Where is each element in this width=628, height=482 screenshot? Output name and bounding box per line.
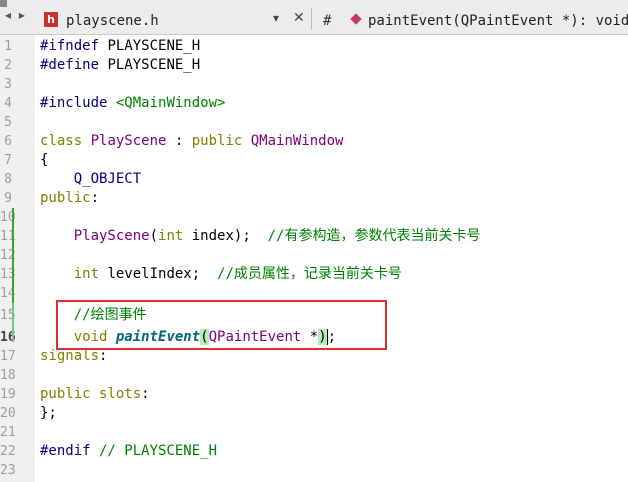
line-number: 17 [0,349,16,364]
editor-toolbar: ◂ ▸ h playscene.h ▾ ✕ # paintEvent(QPain… [0,0,628,35]
line-number: 5 [4,115,12,130]
line-number: 10 [0,210,16,225]
line-number: 1 [4,39,12,54]
code-line-22[interactable]: #endif // PLAYSCENE_H [40,442,217,461]
line-number: 11 [0,229,16,244]
line-number: 14 [0,286,16,301]
annotation-highlight-box [56,300,387,350]
line-number: 13 [0,267,16,282]
code-line-7[interactable]: { [40,151,48,170]
symbol-hash-label: # [323,13,332,29]
line-number: 15 [0,308,16,323]
line-number: 16 [0,330,16,345]
line-number: 22 [0,444,16,459]
line-number: 21 [0,425,16,440]
line-number: 23 [0,463,16,478]
line-number: 18 [0,368,16,383]
code-line-11[interactable]: PlayScene(int index); //有参构造，参数代表当前关卡号 [40,227,481,246]
change-marker [12,303,14,342]
change-marker [12,208,14,303]
toolbar-edge-mark [0,0,7,7]
code-line-20[interactable]: }; [40,404,57,423]
code-line-4[interactable]: #include <QMainWindow> [40,94,225,113]
code-line-19[interactable]: public slots: [40,385,150,404]
line-number: 6 [4,134,12,149]
line-number: 3 [4,77,12,92]
chevron-down-icon[interactable]: ▾ [273,11,279,25]
line-number: 7 [4,153,12,168]
line-number: 20 [0,406,16,421]
line-number: 8 [4,172,12,187]
symbol-selector[interactable]: paintEvent(QPaintEvent *): void [368,13,628,29]
line-number: 19 [0,387,16,402]
line-number: 9 [4,191,12,206]
close-icon[interactable]: ✕ [293,10,305,26]
method-icon [350,13,362,25]
code-line-2[interactable]: #define PLAYSCENE_H [40,56,200,75]
code-line-6[interactable]: class PlayScene : public QMainWindow [40,132,343,151]
code-line-8[interactable]: Q_OBJECT [40,170,141,189]
line-number: 2 [4,58,12,73]
file-selector[interactable]: playscene.h [66,13,159,29]
code-line-9[interactable]: public: [40,189,99,208]
code-line-13[interactable]: int levelIndex; //成员属性，记录当前关卡号 [40,265,402,284]
code-line-1[interactable]: #ifndef PLAYSCENE_H [40,37,200,56]
line-number: 12 [0,248,16,263]
toolbar-divider [311,8,312,30]
nav-arrows-icon[interactable]: ◂ ▸ [5,8,27,22]
line-number: 4 [4,96,12,111]
header-file-icon: h [44,12,58,27]
